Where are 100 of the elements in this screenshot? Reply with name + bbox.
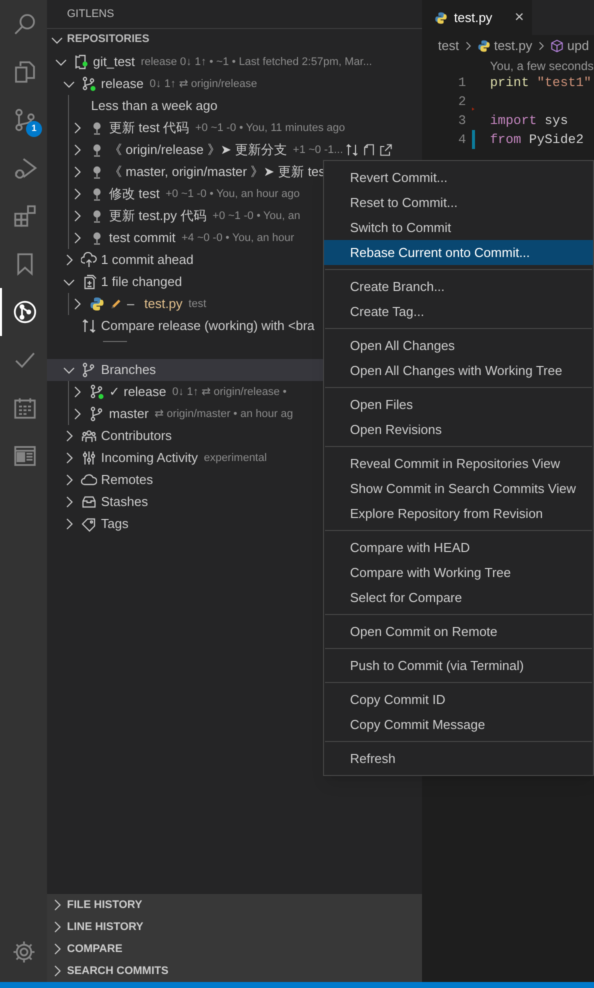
section-header[interactable]: LINE HISTORY bbox=[47, 916, 422, 938]
tree-item-description: ⇄ origin/master • an hour ag bbox=[154, 406, 293, 422]
close-button[interactable]: × bbox=[514, 6, 524, 30]
tree-item-description: test bbox=[188, 296, 206, 312]
line-number: 1 bbox=[457, 74, 466, 92]
menu-item[interactable]: Rebase Current onto Commit... bbox=[324, 240, 593, 265]
source-control-icon bbox=[12, 108, 36, 132]
sliders-icon bbox=[81, 450, 97, 466]
menu-item[interactable]: Open Revisions bbox=[324, 417, 593, 442]
tree-item-label: Stashes bbox=[101, 493, 148, 512]
tree-item[interactable]: 《 origin/release 》➤ 更新分支 +1 ~0 -1... bbox=[47, 139, 422, 161]
menu-item[interactable]: Show Commit in Search Commits View bbox=[324, 476, 593, 501]
section-header[interactable]: COMPARE bbox=[47, 938, 422, 960]
tree-item-description: +0 ~1 -0 • You, 11 minutes ago bbox=[195, 120, 346, 136]
menu-item[interactable]: Push to Commit (via Terminal) bbox=[324, 653, 593, 678]
tree-item-label: Contributors bbox=[101, 427, 172, 446]
file-status: – bbox=[127, 295, 134, 314]
section-header[interactable]: SEARCH COMMITS bbox=[47, 960, 422, 982]
menu-item[interactable]: Copy Commit ID bbox=[324, 687, 593, 712]
tree-item-label: Compare release (working) with <bra bbox=[101, 317, 315, 336]
tree-item-label: 1 file changed bbox=[101, 273, 182, 292]
tree-item-description: 0↓ 1↑ ⇄ origin/release • bbox=[172, 384, 287, 400]
menu-item[interactable]: Open Commit on Remote bbox=[324, 619, 593, 644]
branch-icon bbox=[81, 362, 97, 378]
copy-icon bbox=[362, 143, 376, 157]
menu-item[interactable]: Copy Commit Message bbox=[324, 712, 593, 737]
notification-badge: 1 bbox=[26, 121, 42, 137]
tree-item-label: 1 commit ahead bbox=[101, 251, 194, 270]
search-icon bbox=[12, 12, 36, 36]
menu-item[interactable]: Explore Repository from Revision bbox=[324, 501, 593, 526]
tree-item-label: release bbox=[101, 75, 144, 94]
breadcrumb-item[interactable]: test.py bbox=[494, 36, 532, 56]
cloud-icon bbox=[81, 472, 97, 488]
menu-item[interactable]: Reveal Commit in Repositories View bbox=[324, 451, 593, 476]
calendar-icon bbox=[12, 396, 36, 420]
tree-item-description: +1 ~0 -1... bbox=[292, 142, 344, 158]
section-header[interactable]: FILE HISTORY bbox=[47, 894, 422, 916]
python-file-icon bbox=[89, 296, 105, 312]
tree-item-label: 更新 test.py 代码 bbox=[109, 207, 207, 226]
sidebar-title: GITLENS bbox=[66, 6, 116, 22]
tree-item-description: 0↓ 1↑ ⇄ origin/release bbox=[150, 76, 258, 92]
tree-item-label: Incoming Activity bbox=[101, 449, 198, 468]
code-line: import sys bbox=[490, 112, 568, 130]
code-line: print "test1" bbox=[490, 74, 592, 92]
breadcrumb-item[interactable]: upd bbox=[567, 36, 589, 56]
tree-item-description: +0 ~1 -0 • You, an bbox=[212, 208, 300, 224]
breadcrumb-item[interactable]: test bbox=[438, 36, 459, 56]
tree-item[interactable]: release 0↓ 1↑ ⇄ origin/release bbox=[47, 73, 422, 95]
menu-item[interactable]: Open All Changes bbox=[324, 333, 593, 358]
menu-item[interactable]: Compare with Working Tree bbox=[324, 560, 593, 585]
line-number: 3 bbox=[457, 112, 466, 130]
tree-item-description: experimental bbox=[204, 450, 267, 466]
line-number: 4 bbox=[457, 130, 466, 149]
tree-item-label: master bbox=[109, 405, 149, 424]
gitlens-icon bbox=[12, 300, 36, 324]
branch-icon bbox=[81, 76, 97, 92]
tree-item-description: release 0↓ 1↑ • ~1 • Last fetched 2:57pm, Mar... bbox=[140, 54, 372, 70]
menu-item[interactable]: Switch to Commit bbox=[324, 215, 593, 240]
tree-item-label: git_test bbox=[93, 53, 135, 72]
tree-item-label: ✓ release bbox=[109, 383, 166, 402]
menu-item[interactable]: Create Branch... bbox=[324, 274, 593, 299]
tree-item-label: Less than a week ago bbox=[91, 97, 218, 116]
codelens-text: You, a few seconds bbox=[489, 58, 594, 73]
branch-icon bbox=[89, 384, 105, 400]
editor-tab[interactable]: test.py × bbox=[422, 0, 532, 35]
compare-icon bbox=[81, 318, 97, 334]
section-header[interactable]: REPOSITORIES bbox=[47, 28, 422, 50]
menu-item[interactable]: Revert Commit... bbox=[324, 165, 593, 190]
tree-item[interactable]: git_test release 0↓ 1↑ • ~1 • Last fetched 2:57pm, Mar... bbox=[47, 51, 422, 73]
tree-item-description: +4 ~0 -0 • You, an hour bbox=[181, 230, 294, 246]
tree-item-label: 修改 test bbox=[109, 185, 160, 204]
settings-icon bbox=[12, 940, 36, 964]
python-file-icon bbox=[434, 10, 448, 24]
tree-item-label: test.py bbox=[144, 295, 183, 314]
compare-icon bbox=[345, 143, 360, 157]
code-line: from PySide2 bbox=[490, 130, 584, 149]
activity-bar-button[interactable]: 1 bbox=[0, 96, 47, 144]
inbox-icon bbox=[81, 494, 97, 510]
line-number: 2 bbox=[457, 92, 466, 111]
menu-item[interactable]: Create Tag... bbox=[324, 299, 593, 324]
menu-item[interactable]: Open Files bbox=[324, 392, 593, 417]
run-debug-icon bbox=[12, 156, 36, 180]
tree-item[interactable]: 更新 test 代码 +0 ~1 -0 • You, 11 minutes ago bbox=[47, 117, 422, 139]
tree-item[interactable]: Less than a week ago bbox=[47, 95, 422, 117]
tree-item-description: +0 ~1 -0 • You, an hour ago bbox=[166, 186, 300, 202]
extensions-icon bbox=[12, 204, 36, 228]
repository-icon bbox=[73, 54, 89, 70]
tree-item-label: Remotes bbox=[101, 471, 154, 490]
pencil-icon bbox=[109, 297, 123, 311]
menu-item[interactable]: Refresh bbox=[324, 746, 593, 771]
branch-icon bbox=[89, 406, 105, 422]
people-icon bbox=[81, 428, 97, 444]
menu-item[interactable]: Select for Compare bbox=[324, 585, 593, 610]
tree-item-label: Branches bbox=[101, 361, 156, 380]
menu-item[interactable]: Reset to Commit... bbox=[324, 190, 593, 215]
menu-item[interactable]: Compare with HEAD bbox=[324, 535, 593, 560]
tree-item-label: 更新 test 代码 bbox=[109, 119, 190, 138]
python-file-icon bbox=[476, 39, 491, 53]
external-link-icon bbox=[379, 143, 394, 157]
cloud-upload-icon bbox=[81, 252, 97, 268]
